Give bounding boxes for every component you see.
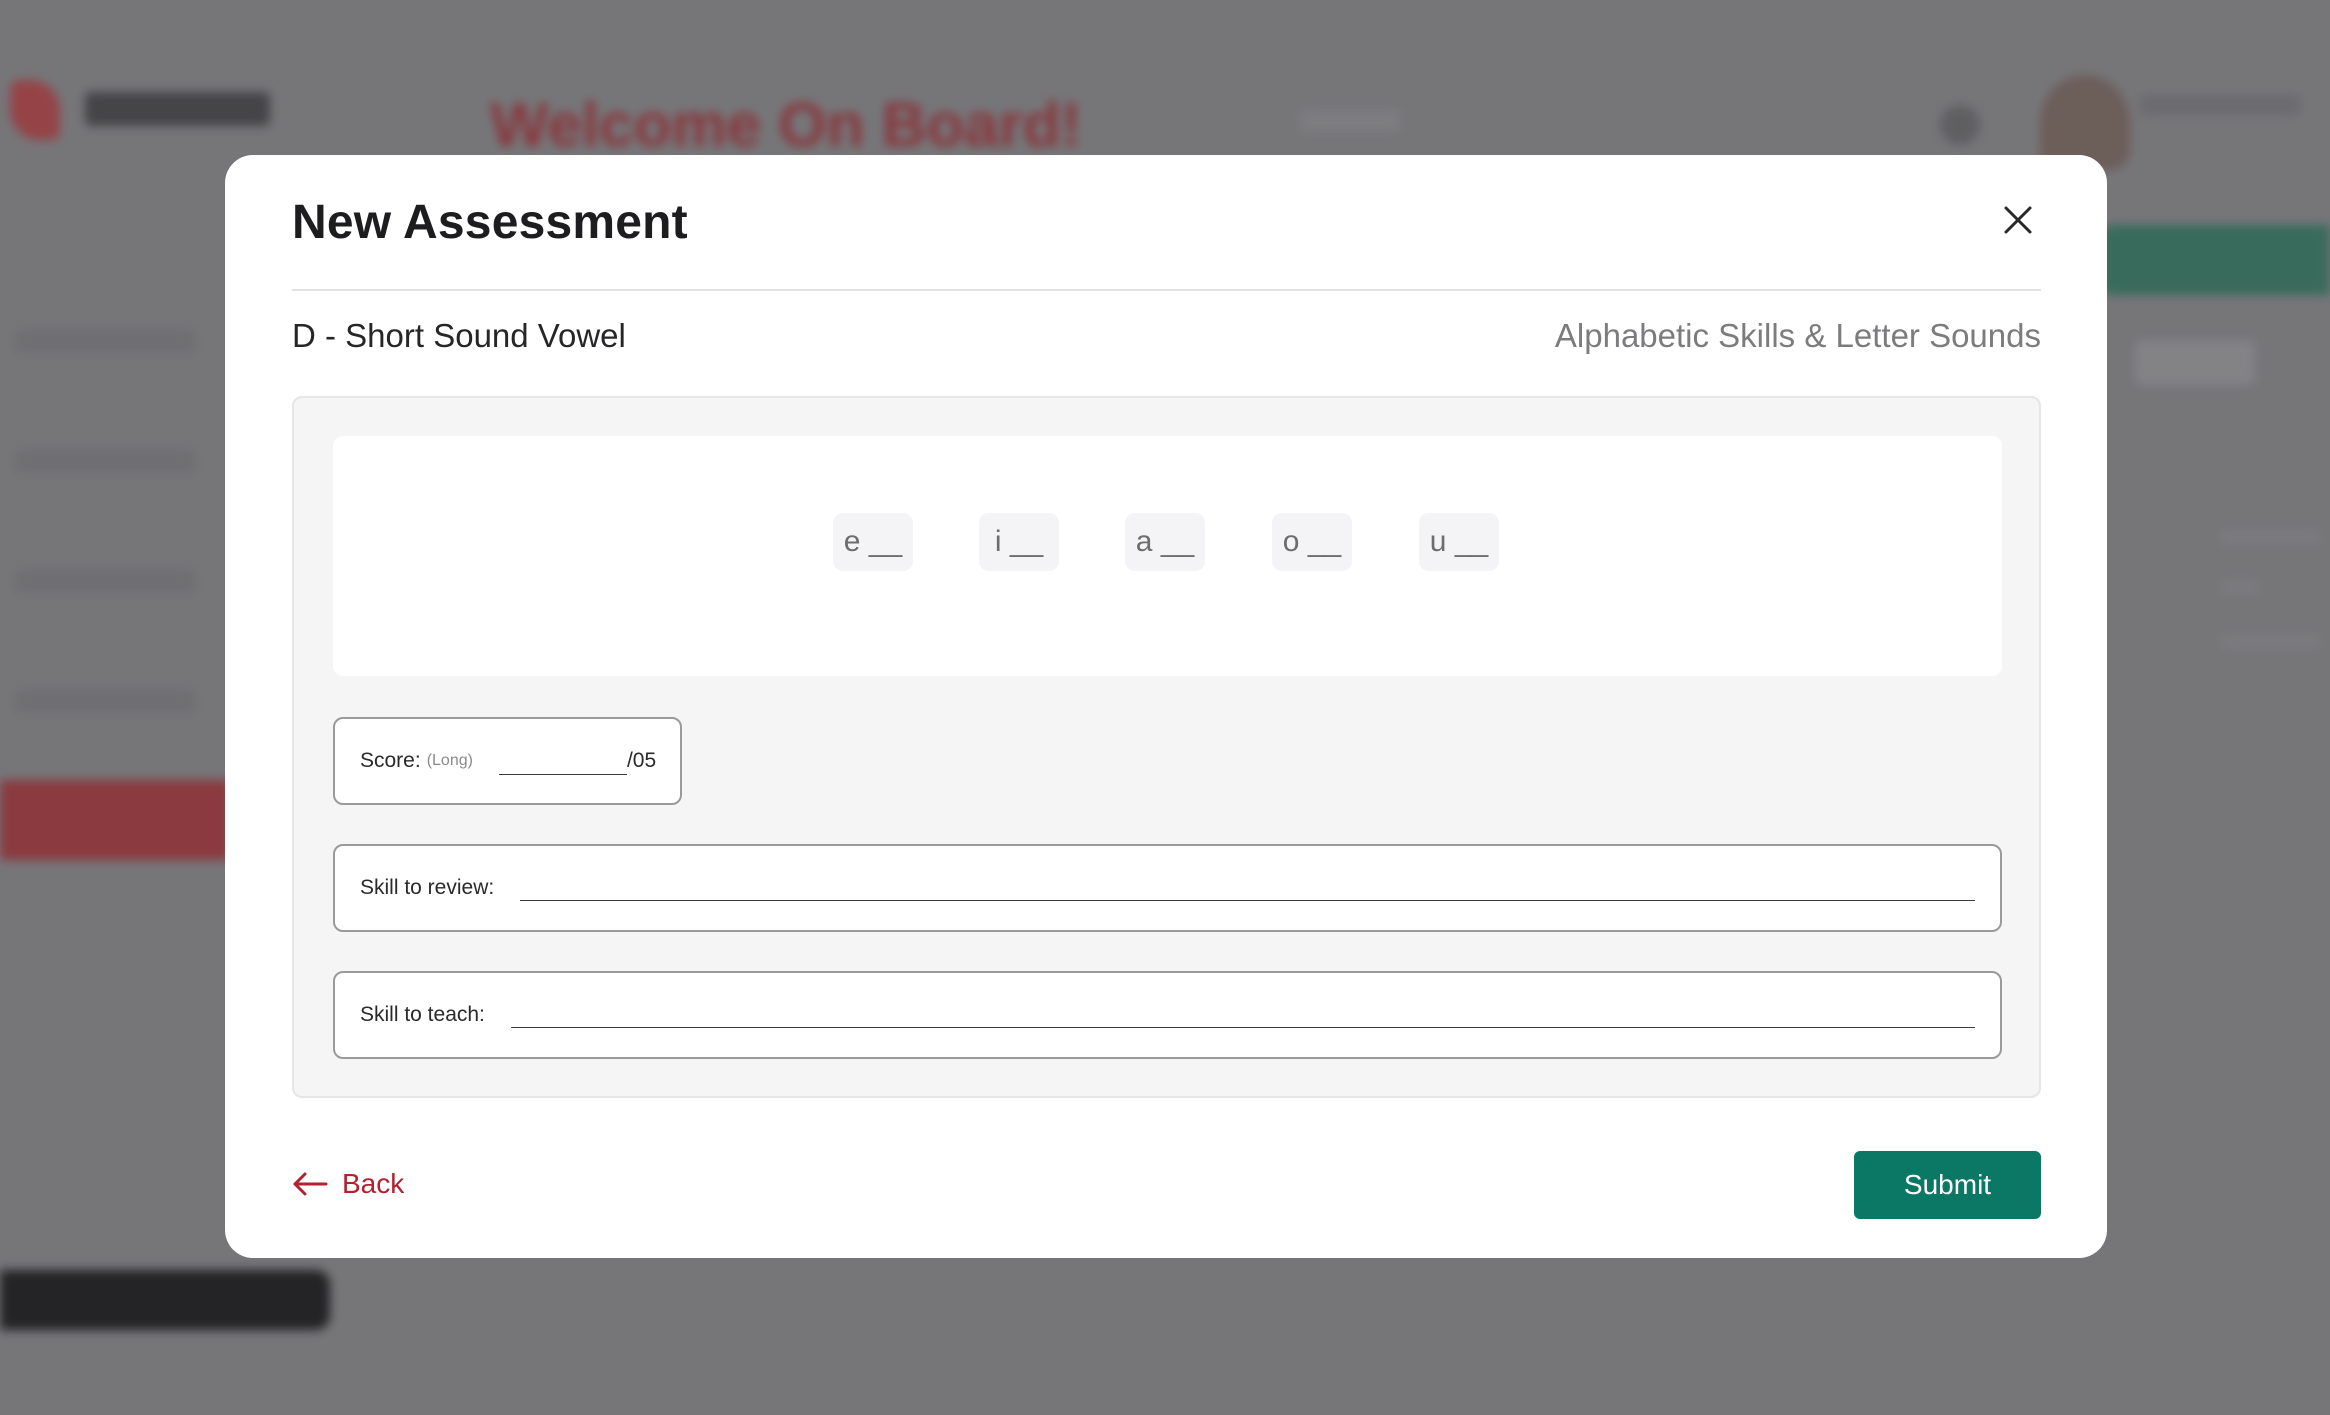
- assessment-panel: e __ i __ a __ o __ u __ Score: (Long) /…: [292, 396, 2041, 1098]
- assessment-category: Alphabetic Skills & Letter Sounds: [1554, 317, 2041, 354]
- sidebar-item-active: [0, 780, 230, 860]
- score-max: /05: [626, 749, 657, 772]
- modal-title: New Assessment: [292, 196, 688, 249]
- submit-button[interactable]: Submit: [1854, 1151, 2041, 1219]
- score-input[interactable]: [498, 748, 627, 775]
- new-assessment-modal: New Assessment D - Short Sound Vowel Alp…: [225, 155, 2107, 1258]
- filter-chip: [2135, 340, 2255, 385]
- skill-teach-input[interactable]: [510, 1002, 1975, 1027]
- skill-review-input[interactable]: [520, 875, 1975, 900]
- score-field: Score: (Long) /05: [333, 717, 682, 805]
- assessment-subtitle: D - Short Sound Vowel: [292, 317, 626, 354]
- letters-card: e __ i __ a __ o __ u __: [333, 436, 2002, 676]
- sidebar-item: [15, 570, 195, 592]
- back-button[interactable]: Back: [292, 1168, 404, 1200]
- skill-review-field: Skill to review:: [333, 844, 2002, 932]
- back-label: Back: [342, 1168, 405, 1199]
- sidebar-item: [15, 690, 195, 712]
- app-logo: [10, 80, 60, 140]
- letter-chip-i: i __: [979, 513, 1059, 571]
- letter-chip-e: e __: [833, 513, 913, 571]
- arrow-left-icon: [293, 1172, 328, 1196]
- search-bar: [1300, 110, 1400, 132]
- user-name: [2140, 95, 2300, 115]
- score-hint: (Long): [426, 752, 473, 769]
- skill-review-label: Skill to review:: [360, 876, 495, 899]
- welcome-heading: Welcome On Board!: [490, 91, 1082, 160]
- skill-teach-label: Skill to teach:: [360, 1003, 485, 1026]
- letter-chip-o: o __: [1272, 513, 1352, 571]
- background-text: [2220, 580, 2260, 594]
- header-divider: [292, 289, 2041, 291]
- background-text: [2220, 635, 2320, 649]
- sidebar-item: [15, 330, 195, 352]
- score-label: Score:: [360, 749, 421, 772]
- close-icon: [2004, 206, 2032, 234]
- close-button[interactable]: [1995, 197, 2041, 243]
- skill-teach-field: Skill to teach:: [333, 971, 2002, 1059]
- sidebar-item: [15, 450, 195, 472]
- letter-chip-a: a __: [1125, 513, 1205, 571]
- primary-action-button: [2100, 225, 2330, 295]
- notification-icon: [1940, 105, 1980, 145]
- sidebar-footer: [0, 1270, 330, 1330]
- app-logo-text: [85, 92, 270, 126]
- letter-chip-u: u __: [1419, 513, 1499, 571]
- background-text: [2220, 530, 2320, 544]
